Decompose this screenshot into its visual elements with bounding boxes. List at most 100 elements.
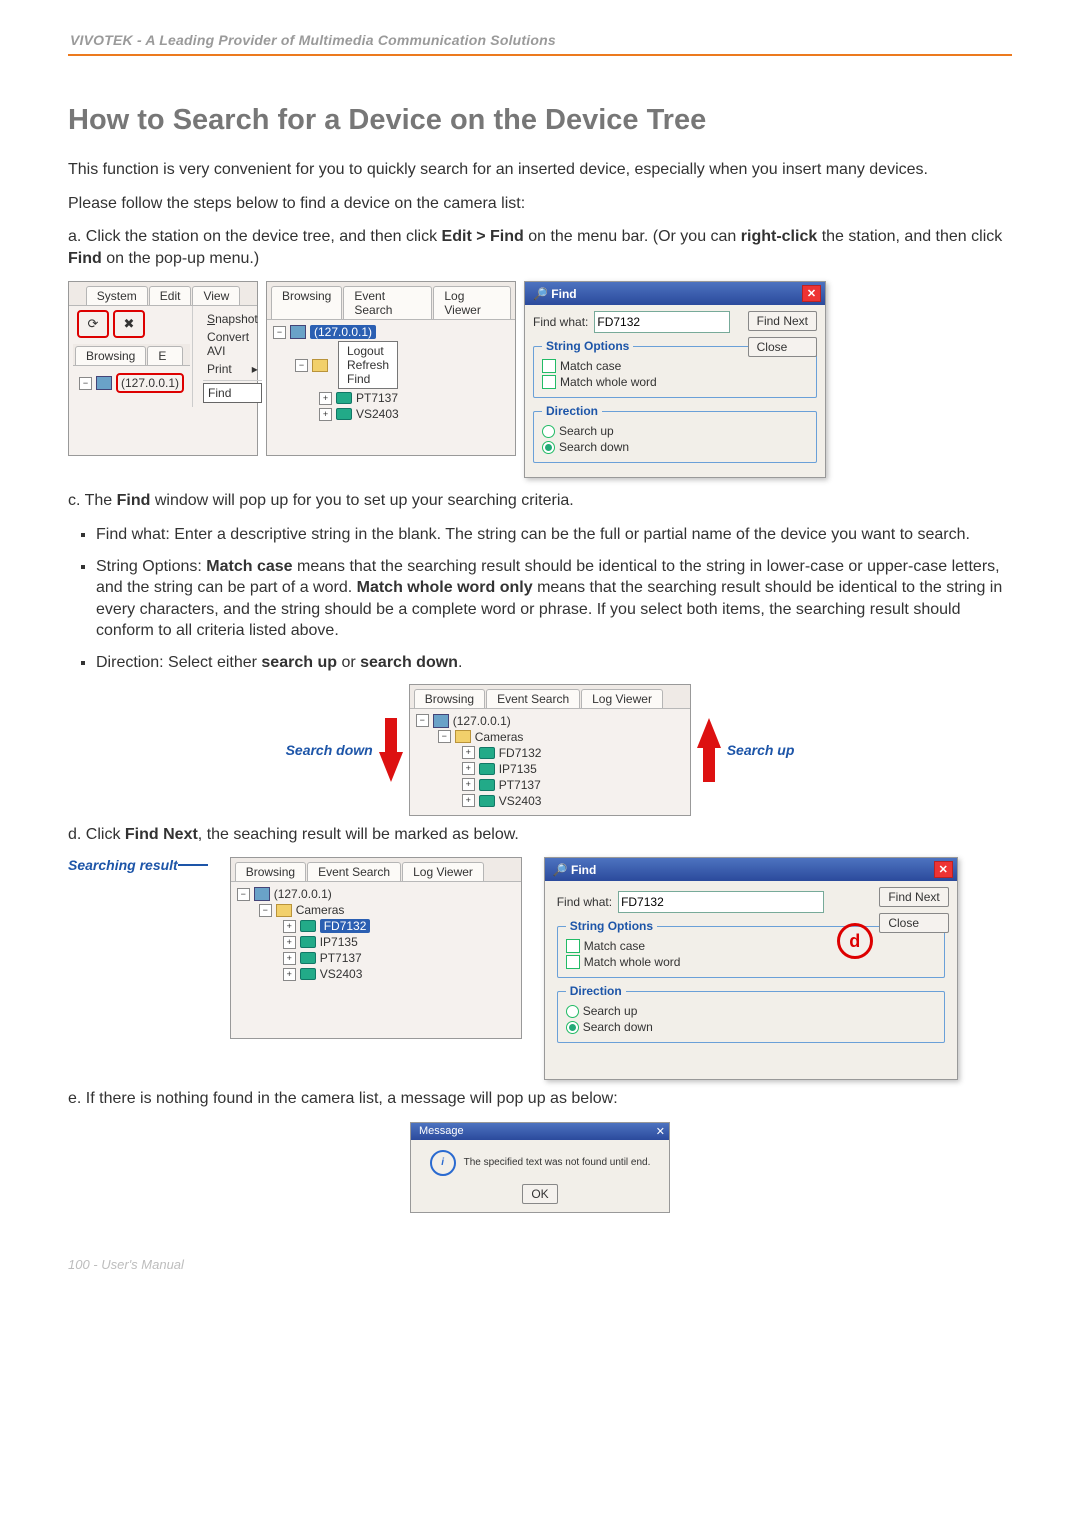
label-searching-result: Searching result xyxy=(68,857,178,873)
tab-browsing[interactable]: Browsing xyxy=(414,689,485,708)
tree-item-fd7132[interactable]: FD7132 xyxy=(499,746,542,760)
tab-event-search[interactable]: Event Search xyxy=(307,862,401,881)
string-options-legend: String Options xyxy=(566,919,657,933)
tree-item-vs2403[interactable]: VS2403 xyxy=(320,967,363,981)
direction-tree-screenshot: Browsing Event Search Log Viewer −(127.0… xyxy=(409,684,691,816)
expander-icon[interactable]: − xyxy=(273,326,286,339)
expander-icon[interactable]: + xyxy=(319,392,332,405)
expander-icon[interactable]: + xyxy=(462,778,475,791)
expander-icon[interactable]: − xyxy=(79,377,92,390)
expander-icon[interactable]: + xyxy=(283,920,296,933)
expander-icon[interactable]: + xyxy=(319,408,332,421)
expander-icon[interactable]: − xyxy=(295,359,308,372)
find-dialog-large: 🔎 Find ✕ d Find Next Close Find what: St… xyxy=(544,857,958,1080)
match-whole-checkbox[interactable] xyxy=(566,955,580,969)
arrow-up-icon xyxy=(697,718,721,748)
ok-button[interactable]: OK xyxy=(522,1184,557,1204)
close-icon[interactable]: ✕ xyxy=(656,1125,665,1138)
tree-item-pt7137[interactable]: PT7137 xyxy=(356,391,398,405)
expander-icon[interactable]: + xyxy=(283,968,296,981)
search-down-radio[interactable] xyxy=(566,1021,579,1034)
tree-station-ip[interactable]: (127.0.0.1) xyxy=(274,887,332,901)
find-next-button[interactable]: Find Next xyxy=(879,887,948,907)
match-whole-checkbox[interactable] xyxy=(542,375,556,389)
tree-cameras[interactable]: Cameras xyxy=(475,730,524,744)
bd-b2: search down xyxy=(360,654,458,671)
expander-icon[interactable]: + xyxy=(462,794,475,807)
expander-icon[interactable]: − xyxy=(237,888,250,901)
tab-browsing[interactable]: Browsing xyxy=(271,286,342,319)
search-up-radio[interactable] xyxy=(566,1005,579,1018)
expander-icon[interactable]: + xyxy=(462,746,475,759)
search-up-radio[interactable] xyxy=(542,425,555,438)
find-next-button[interactable]: Find Next xyxy=(748,311,817,331)
menu-item-convert-avi[interactable]: Convert AVI xyxy=(203,328,262,360)
menu-edit[interactable]: Edit xyxy=(149,286,192,305)
tree-item-pt7137[interactable]: PT7137 xyxy=(499,778,541,792)
tree-item-ip7135[interactable]: IP7135 xyxy=(320,935,358,949)
tab-log-viewer[interactable]: Log Viewer xyxy=(402,862,484,881)
step-a-text-1: a. Click the station on the device tree,… xyxy=(68,228,442,245)
find-what-label: Find what: xyxy=(557,895,612,909)
tab-event-search[interactable]: Event Search xyxy=(486,689,580,708)
menu-item-find[interactable]: Find xyxy=(203,383,262,403)
string-options-legend: String Options xyxy=(542,339,633,353)
browsing-tab[interactable]: Browsing xyxy=(75,346,146,365)
arrow-down-stem xyxy=(385,718,397,752)
tree-item-vs2403[interactable]: VS2403 xyxy=(356,407,399,421)
close-tool-icon[interactable]: ✖ xyxy=(113,310,145,338)
menu-system[interactable]: System xyxy=(86,286,148,305)
find-what-input[interactable] xyxy=(594,311,730,333)
tree-item-vs2403[interactable]: VS2403 xyxy=(499,794,542,808)
expander-icon[interactable]: + xyxy=(283,952,296,965)
close-icon[interactable]: ✕ xyxy=(802,285,821,302)
close-button[interactable]: Close xyxy=(879,913,948,933)
step-a-bold-editfind: Edit > Find xyxy=(442,228,524,245)
close-icon[interactable]: ✕ xyxy=(934,861,953,878)
tree-station-ip[interactable]: (127.0.0.1) xyxy=(310,325,376,339)
tree-cameras[interactable]: Cameras xyxy=(296,903,345,917)
tab-log-viewer[interactable]: Log Viewer xyxy=(581,689,663,708)
menu-item-print[interactable]: Print▸ xyxy=(203,360,262,378)
expander-icon[interactable]: − xyxy=(416,714,429,727)
tree-item-pt7137[interactable]: PT7137 xyxy=(320,951,362,965)
tree-item-fd7132-selected[interactable]: FD7132 xyxy=(320,919,371,933)
search-down-radio[interactable] xyxy=(542,441,555,454)
direction-group: Direction Search up Search down xyxy=(533,404,817,463)
expander-icon[interactable]: − xyxy=(259,904,272,917)
direction-legend: Direction xyxy=(566,984,626,998)
ctx-refresh[interactable]: Refresh xyxy=(347,358,389,372)
binoculars-icon: 🔎 xyxy=(553,863,568,877)
search-down-label: Search down xyxy=(559,440,629,454)
camera-icon xyxy=(479,779,495,791)
tree-item-ip7135[interactable]: IP7135 xyxy=(499,762,537,776)
tab-browsing[interactable]: Browsing xyxy=(235,862,306,881)
close-button[interactable]: Close xyxy=(748,337,817,357)
step-a-bold-find: Find xyxy=(68,250,102,267)
info-icon: i xyxy=(430,1150,456,1176)
expander-icon[interactable]: + xyxy=(283,936,296,949)
expander-icon[interactable]: − xyxy=(438,730,451,743)
match-case-checkbox[interactable] xyxy=(566,939,580,953)
tab-event-search[interactable]: Event Search xyxy=(343,286,432,319)
find-what-label: Find what: xyxy=(533,315,588,329)
tab-extra[interactable]: E xyxy=(147,346,183,365)
ctx-find[interactable]: Find xyxy=(347,372,389,386)
camera-icon xyxy=(479,747,495,759)
ctx-logout[interactable]: Logout xyxy=(347,344,389,358)
tab-log-viewer[interactable]: Log Viewer xyxy=(433,286,511,319)
menu-view[interactable]: View xyxy=(192,286,240,305)
intro-paragraph-2: Please follow the steps below to find a … xyxy=(68,193,1012,215)
find-what-input[interactable] xyxy=(618,891,824,913)
tree-station-ip[interactable]: (127.0.0.1) xyxy=(453,714,511,728)
expander-icon[interactable]: + xyxy=(462,762,475,775)
menu-item-snapshot[interactable]: SSnapshotnapshot xyxy=(203,310,262,328)
tree-station-ip[interactable]: (127.0.0.1) xyxy=(116,373,184,393)
bs1: String Options: xyxy=(96,558,206,575)
direction-group: Direction Search up Search down xyxy=(557,984,945,1043)
reload-icon[interactable]: ⟳ xyxy=(77,310,109,338)
bd1: Direction: Select either xyxy=(96,654,261,671)
match-case-checkbox[interactable] xyxy=(542,359,556,373)
callout-d: d xyxy=(837,923,873,959)
doc-header: VIVOTEK - A Leading Provider of Multimed… xyxy=(68,30,1012,56)
